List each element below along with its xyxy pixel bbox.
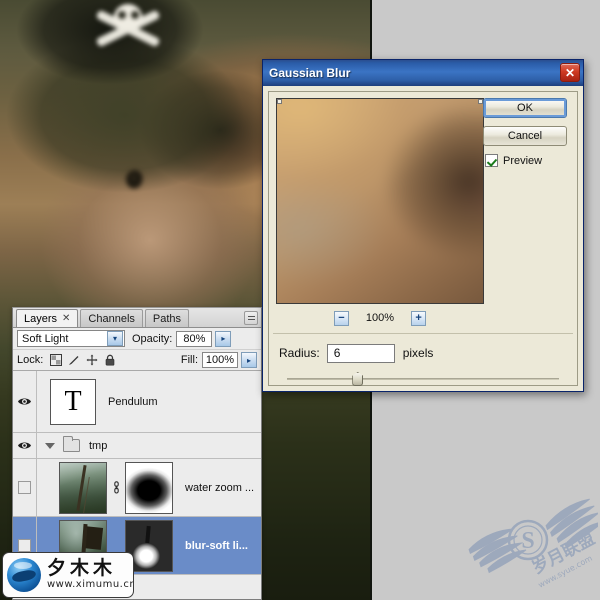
radius-label: Radius:	[279, 346, 320, 360]
layer-list: T Pendulum tmp water zoom ... blur-soft …	[13, 371, 261, 575]
skull-eye-left	[118, 11, 126, 19]
text-layer-icon: T	[64, 385, 82, 417]
lock-position-icon[interactable]	[85, 354, 98, 367]
fill-label: Fill:	[180, 354, 198, 366]
fill-input[interactable]: 100%	[202, 352, 238, 368]
layer-thumbnail[interactable]	[59, 461, 107, 514]
tab-layers[interactable]: Layers ✕	[16, 309, 79, 327]
close-icon[interactable]: ✕	[560, 63, 580, 82]
ximumu-url: www.ximumu.cn	[47, 579, 134, 591]
opacity-stepper[interactable]: ▸	[215, 330, 232, 347]
ximumu-chinese-name: 夕木木	[47, 557, 117, 580]
link-icon[interactable]	[110, 481, 122, 494]
blur-preview-image	[277, 99, 483, 303]
layer-visibility-toggle[interactable]	[13, 459, 37, 516]
tab-channels-label: Channels	[88, 312, 135, 325]
tab-close-icon[interactable]: ✕	[62, 313, 70, 324]
zoom-out-button[interactable]: −	[333, 310, 349, 326]
blend-mode-row: Soft Light ▾ Opacity: 80% ▸	[13, 328, 261, 350]
layer-mask-art	[126, 462, 172, 513]
lock-label: Lock:	[17, 354, 44, 366]
skull-and-crossbones-icon	[92, 2, 164, 54]
dialog-buttons: OK Cancel Preview	[483, 98, 569, 167]
table-row[interactable]: tmp	[13, 433, 261, 459]
zoom-level: 100%	[365, 312, 395, 324]
eye-icon	[17, 396, 32, 407]
layer-thumbnail-art	[60, 462, 106, 513]
checkbox-checked-icon[interactable]	[485, 154, 498, 167]
radius-units-label: pixels	[402, 346, 434, 360]
layer-name: water zoom ...	[185, 481, 255, 494]
preview-checkbox[interactable]: Preview	[485, 154, 569, 167]
eye-icon-off	[18, 481, 31, 494]
gaussian-blur-dialog[interactable]: Gaussian Blur ✕ − 100% + Radius: 6 pixel…	[262, 59, 584, 392]
panel-tab-strip: Layers ✕ Channels Paths	[13, 308, 261, 328]
chevron-down-icon[interactable]	[45, 442, 55, 449]
layer-visibility-toggle[interactable]	[13, 433, 37, 458]
tab-paths[interactable]: Paths	[144, 309, 190, 327]
ok-button[interactable]: OK	[483, 98, 567, 118]
layer-name: tmp	[89, 439, 108, 452]
blend-mode-value: Soft Light	[22, 332, 69, 345]
eye-icon-off	[18, 539, 31, 552]
opacity-value: 80%	[183, 332, 206, 345]
radius-value: 6	[333, 346, 341, 360]
ximumu-watermark: 夕木木 www.ximumu.cn	[2, 552, 134, 598]
preview-handle-top-left	[277, 99, 282, 104]
chevron-down-icon[interactable]: ▾	[107, 331, 123, 346]
dialog-body: − 100% + Radius: 6 pixels OK Cancel Prev…	[268, 91, 578, 386]
layer-mask-thumbnail[interactable]	[125, 461, 173, 514]
radius-slider[interactable]	[287, 372, 559, 388]
screenshot-root: Layers ✕ Channels Paths Soft Light ▾ Opa…	[0, 0, 600, 600]
slider-track	[287, 378, 559, 380]
lock-row: Lock: Fill: 100% ▸	[13, 350, 261, 371]
cancel-button[interactable]: Cancel	[483, 126, 567, 146]
fill-stepper[interactable]: ▸	[241, 352, 257, 368]
lock-image-icon[interactable]	[67, 354, 80, 367]
table-row[interactable]: T Pendulum	[13, 371, 261, 433]
folder-icon	[63, 436, 80, 452]
radius-input[interactable]: 6	[326, 343, 395, 363]
opacity-label: Opacity:	[132, 332, 173, 345]
fill-value: 100%	[205, 354, 235, 366]
figure-eye	[126, 170, 143, 189]
ximumu-logo-icon	[7, 558, 41, 592]
panel-menu-icon[interactable]	[244, 311, 258, 325]
eye-icon	[17, 440, 32, 451]
opacity-input[interactable]: 80%	[176, 330, 213, 347]
preview-zoom-controls: − 100% +	[276, 308, 484, 328]
dialog-title: Gaussian Blur	[269, 66, 351, 80]
table-row[interactable]: water zoom ...	[13, 459, 261, 517]
slider-thumb[interactable]	[352, 372, 364, 386]
radius-row: Radius: 6 pixels	[279, 342, 567, 364]
layer-name: Pendulum	[108, 395, 158, 408]
zoom-in-button[interactable]: +	[411, 310, 427, 326]
layer-name: blur-soft li...	[185, 539, 248, 552]
dialog-title-bar[interactable]: Gaussian Blur ✕	[263, 60, 583, 86]
lock-all-icon[interactable]	[103, 354, 116, 367]
tab-channels[interactable]: Channels	[80, 309, 143, 327]
layer-thumbnail[interactable]: T	[50, 378, 96, 425]
lock-transparency-icon[interactable]	[49, 354, 62, 367]
tab-layers-label: Layers	[24, 312, 58, 325]
divider	[273, 333, 573, 334]
skull-eye-right	[131, 11, 139, 19]
blur-preview[interactable]	[276, 98, 484, 304]
tab-paths-label: Paths	[152, 312, 182, 325]
blend-mode-select[interactable]: Soft Light ▾	[17, 330, 125, 347]
preview-checkbox-label: Preview	[503, 154, 543, 167]
ximumu-text: 夕木木 www.ximumu.cn	[47, 557, 134, 591]
layer-visibility-toggle[interactable]	[13, 371, 37, 432]
